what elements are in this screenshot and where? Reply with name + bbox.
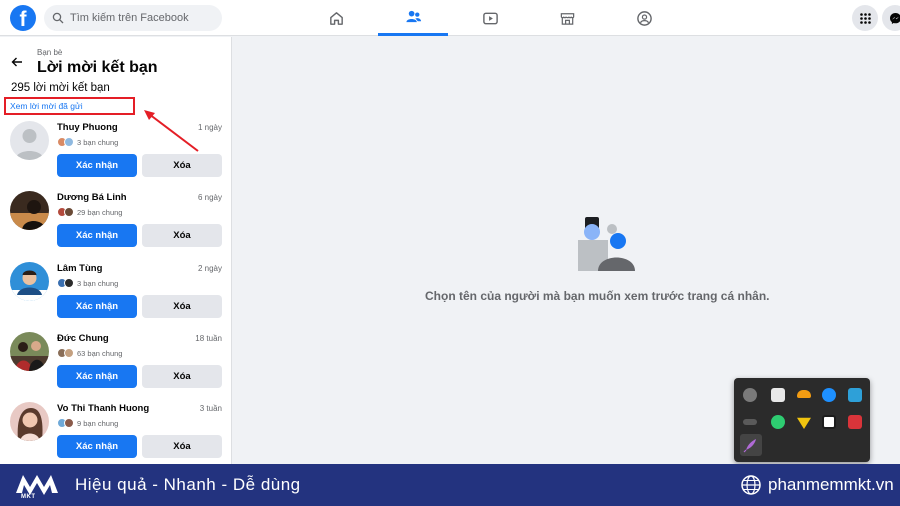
mutual-friends-count: 63 bạn chung [77,348,123,358]
mutual-friend-avatar [64,278,74,288]
menu-grid-icon [859,12,871,24]
mutual-friends-count: 3 bạn chung [77,137,119,147]
mutual-friends-count: 29 bạn chung [77,207,123,217]
globe-icon [741,475,761,495]
request-time: 6 ngày [197,193,222,202]
requester-name[interactable]: Lâm Tùng [57,263,102,274]
friends-icon [405,10,421,23]
search-input[interactable] [70,12,220,24]
confirm-button[interactable]: Xác nhận [57,365,137,388]
tab-home[interactable] [301,0,371,36]
back-arrow-icon[interactable] [10,55,24,69]
facebook-logo[interactable]: f [10,5,36,31]
network-icon[interactable] [848,388,862,402]
footer-banner: MKT Hiệu quả - Nhanh - Dễ dùng phanmemmk… [0,464,900,506]
browser-icon[interactable] [822,388,836,402]
avatar[interactable] [10,191,49,230]
delete-button[interactable]: Xóa [142,154,222,177]
tab-marketplace[interactable] [532,0,602,36]
profile-photo [10,332,49,371]
request-time: 18 tuần [195,334,222,343]
mutual-friends[interactable]: 63 bạn chung [57,348,122,358]
delete-button[interactable]: Xóa [142,224,222,247]
page-title: Lời mời kết bạn [37,59,158,76]
empty-state-message: Chọn tên của người mà bạn muốn xem trước… [425,289,770,303]
friends-preview-illustration [578,217,635,271]
requester-name[interactable]: Đức Chung [57,333,109,344]
request-time: 2 ngày [197,264,222,273]
marketplace-icon [560,12,574,25]
mutual-friends[interactable]: 9 bạn chung [57,418,118,428]
avatar[interactable] [10,332,49,371]
friend-request-item[interactable]: Lâm Tùng 2 ngày 3 bạn chung Xác nhận Xóa [0,262,231,332]
filter-icon[interactable] [797,417,811,429]
whatsapp-icon[interactable] [771,415,785,429]
avatar[interactable] [10,121,49,160]
friend-request-item[interactable]: Vo Thi Thanh Huong 3 tuần 9 bạn chung Xá… [0,402,231,464]
search-icon [52,12,64,24]
delete-button[interactable]: Xóa [142,365,222,388]
top-navigation-bar: f [0,0,900,36]
breadcrumb[interactable]: Bạn bè [37,48,62,57]
friend-request-item[interactable]: Đức Chung 18 tuần 63 bạn chung Xác nhận … [0,332,231,402]
confirm-button[interactable]: Xác nhận [57,435,137,458]
confirm-button[interactable]: Xác nhận [57,154,137,177]
avatar[interactable] [10,262,49,301]
messenger-icon [889,12,900,24]
slogan: Hiệu quả - Nhanh - Dễ dùng [75,475,301,494]
request-count: 295 lời mời kết bạn [11,82,110,94]
request-time: 3 tuần [199,404,222,413]
mutual-friends-count: 9 bạn chung [77,418,119,428]
watch-icon [482,12,498,24]
feather-icon [743,439,756,453]
app-red-icon[interactable] [848,415,862,429]
mkt-brand-text: MKT [21,494,36,500]
mutual-friend-avatar [64,418,74,428]
default-avatar-icon [10,121,49,160]
skype-icon[interactable] [743,388,757,402]
mutual-friends[interactable]: 29 bạn chung [57,207,122,217]
requester-name[interactable]: Vo Thi Thanh Huong [57,403,149,414]
confirm-button[interactable]: Xác nhận [57,224,137,247]
friend-request-item[interactable]: Dương Bá Linh 6 ngày 29 bạn chung Xác nh… [0,191,231,261]
messenger-button[interactable] [882,5,900,31]
avatar[interactable] [10,402,49,441]
requester-name[interactable]: Thuy Phuong [57,122,118,133]
profile-photo [10,191,49,230]
annotation-highlight-box [4,97,135,115]
mutual-friends[interactable]: 3 bạn chung [57,137,118,147]
annotation-arrow-icon [144,110,199,152]
delete-button[interactable]: Xóa [142,435,222,458]
mutual-friend-avatar [64,207,74,217]
app-window-icon[interactable] [771,388,785,402]
mutual-friends-count: 3 bạn chung [77,278,119,288]
website-url[interactable]: phanmemmkt.vn [768,475,894,495]
device-icon[interactable] [743,419,757,425]
tab-groups[interactable] [609,0,679,36]
friend-requests-panel: Bạn bè Lời mời kết bạn 295 lời mời kết b… [0,37,232,464]
cloud-icon[interactable] [797,390,811,398]
home-icon [329,11,343,25]
mutual-friend-avatar [64,348,74,358]
tray-selected-slot[interactable] [740,434,762,456]
search-box[interactable] [44,5,222,31]
requester-name[interactable]: Dương Bá Linh [57,192,127,203]
delete-button[interactable]: Xóa [142,295,222,318]
menu-button[interactable] [852,5,878,31]
groups-icon [636,10,652,26]
mutual-friend-avatar [64,137,74,147]
screen-icon[interactable] [822,415,836,429]
tab-watch[interactable] [455,0,525,36]
confirm-button[interactable]: Xác nhận [57,295,137,318]
profile-photo [10,262,49,301]
tab-friends[interactable] [378,0,448,36]
profile-photo [10,402,49,441]
system-tray-popup [734,378,870,462]
mutual-friends[interactable]: 3 bạn chung [57,278,118,288]
